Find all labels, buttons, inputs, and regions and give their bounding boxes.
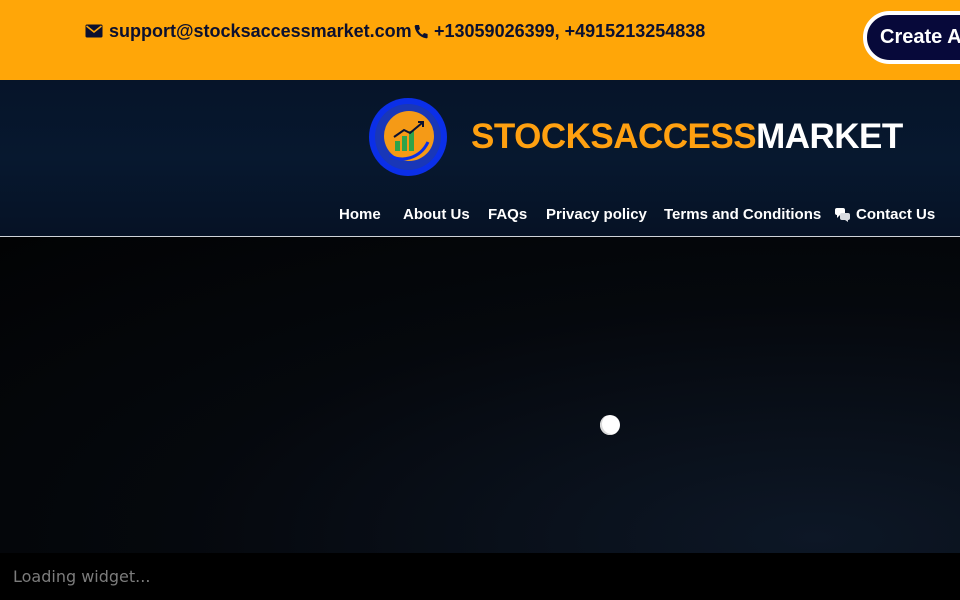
support-email[interactable]: support@stocksaccessmarket.com xyxy=(109,21,412,42)
create-account-button[interactable]: Create Ac xyxy=(863,11,960,64)
envelope-icon xyxy=(85,24,103,38)
phone-contact[interactable]: +13059026399, +4915213254838 xyxy=(414,20,705,42)
loading-spinner-icon xyxy=(600,415,620,435)
site-brand-title[interactable]: STOCKSACCESS MARKET xyxy=(471,116,903,158)
create-account-label: Create Ac xyxy=(880,26,960,48)
nav-home[interactable]: Home xyxy=(339,206,381,223)
email-contact-link[interactable]: support@stocksaccessmarket.com xyxy=(85,20,412,42)
chat-bubbles-icon xyxy=(835,208,850,222)
nav-terms-and-conditions[interactable]: Terms and Conditions xyxy=(664,206,821,223)
growth-chart-logo-icon[interactable] xyxy=(368,97,448,177)
nav-contact-us[interactable]: Contact Us xyxy=(856,206,935,223)
support-phones[interactable]: +13059026399, +4915213254838 xyxy=(434,21,705,42)
hero-widget-area xyxy=(0,237,960,553)
main-navigation: Home About Us FAQs Privacy policy Terms … xyxy=(0,206,960,226)
nav-privacy-policy[interactable]: Privacy policy xyxy=(546,206,647,223)
brand-rest-text: MARKET xyxy=(756,117,903,156)
phone-icon xyxy=(414,24,428,38)
brand-accent-text: STOCKSACCESS xyxy=(471,117,757,156)
widget-loading-text: Loading widget... xyxy=(13,567,151,586)
nav-about-us[interactable]: About Us xyxy=(403,206,470,223)
nav-faqs[interactable]: FAQs xyxy=(488,206,527,223)
